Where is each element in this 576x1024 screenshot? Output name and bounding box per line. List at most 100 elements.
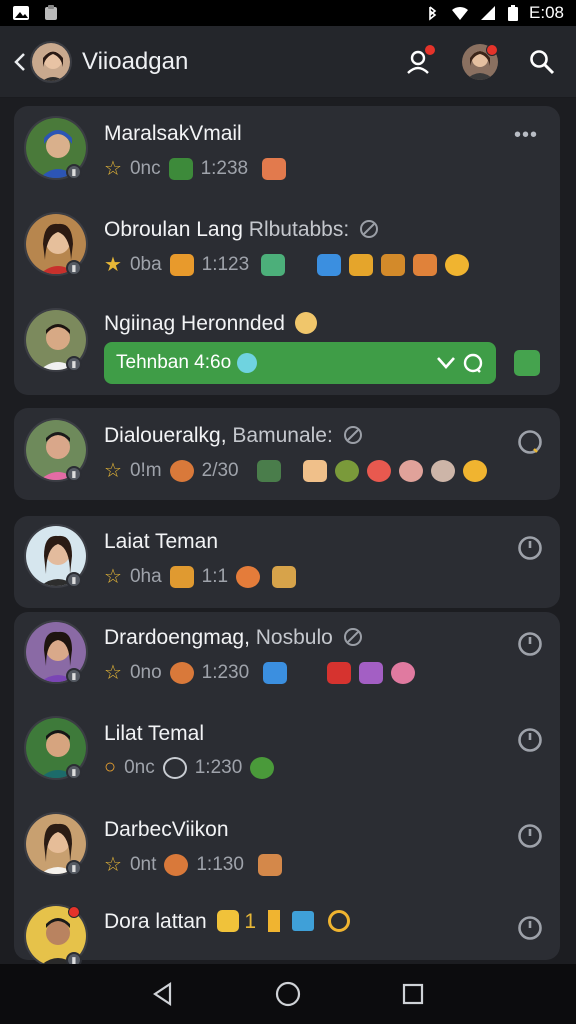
signal-icon (481, 6, 496, 20)
chat-name: DarbecViikon (104, 818, 229, 841)
smile-icon (445, 253, 470, 276)
chat-row[interactable]: ▮ Dora lattan 1 (0, 904, 576, 964)
nav-recents-button[interactable] (393, 974, 433, 1014)
status-bar: E:08 (0, 0, 576, 26)
status-time: E:08 (529, 3, 564, 22)
lock-icon: ▮ (66, 260, 82, 276)
money-icon (168, 157, 193, 180)
reply-bar[interactable]: Tehnban 4:6o (104, 342, 496, 384)
chat-row[interactable]: ▮ Laiat Teman ☆ 0ha 1:1 (0, 524, 576, 614)
triangle-back-icon (152, 981, 171, 1007)
clock-icon[interactable] (516, 534, 544, 562)
face-icon (169, 459, 194, 482)
meta-label: 0nc (124, 756, 155, 778)
star-icon: ☆ (104, 460, 122, 482)
sticker-icon (262, 157, 287, 180)
note-icon (261, 253, 286, 276)
ring-icon: ○ (104, 756, 117, 778)
clock-icon[interactable] (516, 428, 544, 456)
chat-meta: ★ 0ba 1:123 (104, 252, 470, 277)
clock-icon[interactable] (516, 822, 544, 850)
square-recents-icon (403, 983, 424, 1005)
chat-list[interactable]: ▮ MaralsakVmail ☆ 0nc 1:238 ••• ▮ Obroul… (0, 100, 576, 964)
box-icon (327, 661, 352, 684)
chat-name-text: Dora lattan (104, 910, 207, 933)
wifi-icon (452, 6, 469, 20)
gear-icon (162, 756, 187, 779)
face-icon (169, 661, 194, 684)
chat-name: Lilat Temal (104, 722, 204, 745)
chat-row[interactable]: ▮ MaralsakVmail ☆ 0nc 1:238 ••• (0, 116, 576, 206)
app-bar: Viioadgan (0, 26, 576, 98)
tree-icon (334, 459, 359, 482)
edit-icon[interactable] (514, 350, 540, 376)
hammer-icon (272, 565, 297, 588)
chat-meta: ☆ 0nc 1:238 (104, 156, 287, 181)
chat-row[interactable]: ▮ DarbecViikon ☆ 0nt 1:130 (0, 812, 576, 902)
meta-label: 0ba (129, 253, 162, 275)
no-icon (327, 910, 350, 932)
meta-label: 0nt (129, 853, 157, 875)
refresh-icon[interactable] (462, 352, 484, 374)
radio-icon (257, 853, 282, 876)
face-emoji-icon (294, 312, 317, 334)
gallery-icon (13, 6, 29, 20)
nav-back-button[interactable] (143, 974, 183, 1014)
gift-icon (349, 253, 374, 276)
clock-icon[interactable] (516, 726, 544, 754)
meta-label: 0ha (129, 565, 162, 587)
clock-icon[interactable] (516, 914, 544, 942)
meta-time: 1:1 (201, 565, 229, 587)
star-icon: ☆ (104, 662, 122, 684)
chat-subtitle: Nosbulo (255, 626, 333, 649)
chat-name: Ngiinag Heronnded (104, 312, 317, 336)
face-icon (366, 459, 391, 482)
muted-icon (360, 220, 379, 238)
chat-row[interactable]: ▮ Drardoengmag, Nosbulo ☆ 0no 1:230 (0, 620, 576, 710)
clock-icon[interactable] (516, 630, 544, 658)
star-icon: ☆ (104, 566, 122, 588)
notification-dot (424, 43, 436, 56)
chat-name-text: Dialoueralkg, (104, 424, 227, 447)
profile-button[interactable] (460, 42, 500, 82)
lock-icon: ▮ (66, 356, 82, 372)
more-options-button[interactable]: ••• (514, 124, 538, 147)
chat-subtitle: Bamunale: (232, 424, 333, 447)
nav-home-button[interactable] (268, 974, 308, 1014)
boot-icon (381, 253, 406, 276)
chat-row[interactable]: ▮ Lilat Temal ○ 0nc 1:230 (0, 716, 576, 806)
meta-label: 0nc (129, 157, 161, 179)
face-emoji-icon (216, 910, 239, 932)
chat-meta: ☆ 0ha 1:1 (104, 564, 297, 589)
chat-meta: ○ 0nc 1:230 (104, 756, 275, 779)
system-nav-bar (0, 964, 576, 1024)
meta-time: 1:130 (196, 853, 244, 875)
muted-icon (343, 426, 362, 444)
search-icon (530, 49, 555, 74)
star-icon: ☆ (104, 158, 122, 180)
meta-time: 1:123 (201, 253, 250, 275)
notification-dot (68, 906, 80, 918)
muted-icon (343, 628, 362, 646)
meta-time: 1:230 (194, 756, 243, 778)
lock-icon: ▮ (66, 572, 82, 588)
circle-home-icon (275, 981, 301, 1007)
clipboard-icon (45, 5, 57, 20)
chat-name-text: Ngiinag Heronnded (104, 312, 285, 335)
face-icon (391, 661, 416, 684)
search-button[interactable] (522, 42, 562, 82)
back-button[interactable] (14, 47, 28, 77)
chat-name-text: Obroulan Lang (104, 218, 243, 241)
chevron-down-icon[interactable] (436, 356, 456, 370)
chat-row[interactable]: ▮ Ngiinag Heronnded Tehnban 4:6o (0, 308, 576, 398)
star-icon: ☆ (104, 854, 122, 876)
chat-name: MaralsakVmail (104, 122, 242, 145)
chat-row[interactable]: ▮ Obroulan Lang Rlbutabbs: ★ 0ba 1:123 (0, 212, 576, 302)
ghost-icon (237, 353, 258, 373)
face-icon (164, 853, 189, 876)
contacts-button[interactable] (398, 42, 438, 82)
meta-time: 2/30 (201, 459, 239, 481)
chat-row[interactable]: ▮ Dialoueralkg, Bamunale: ☆ 0!m 2/30 (0, 418, 576, 508)
meta-count: 1 (244, 910, 257, 933)
header-avatar[interactable] (30, 40, 72, 83)
